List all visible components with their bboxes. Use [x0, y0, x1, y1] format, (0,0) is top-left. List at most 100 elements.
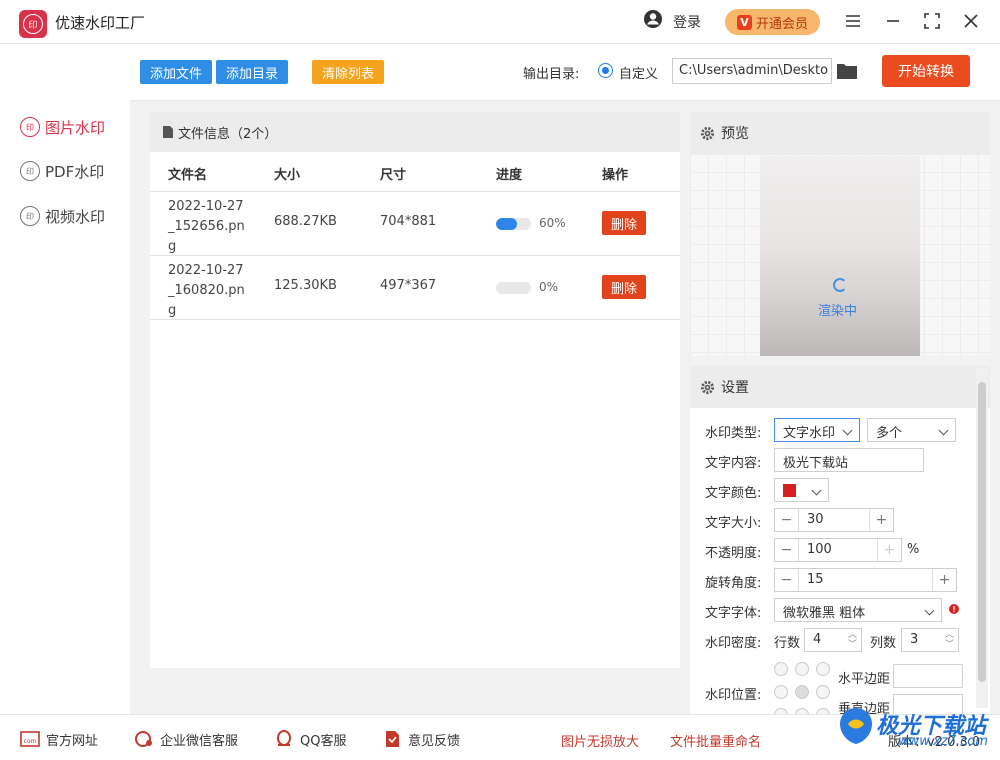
app-title: 优速水印工厂: [55, 14, 146, 32]
svg-text:com: com: [24, 738, 37, 745]
cols-stepper[interactable]: 3 ︿ ﹀: [901, 628, 959, 652]
file-icon: [163, 126, 173, 138]
loading-spinner-icon: [833, 278, 847, 292]
file-info-header: 文件信息（2个）: [150, 112, 680, 152]
wechat-service-link[interactable]: 企业微信客服: [134, 729, 238, 749]
clear-list-button[interactable]: 清除列表: [312, 60, 384, 84]
preview-panel: 预览 渲染中: [690, 112, 990, 356]
website-icon: com: [20, 731, 40, 747]
watermark-type-select[interactable]: 文字水印: [774, 418, 860, 442]
position-dot-selected[interactable]: [795, 685, 809, 699]
file-size: 125.30KB: [274, 278, 337, 293]
plus-icon[interactable]: +: [869, 509, 893, 531]
horizontal-margin-stepper[interactable]: [893, 664, 963, 688]
vertical-margin-label: 垂直边距: [838, 702, 891, 714]
horizontal-margin-label: 水平边距: [838, 672, 891, 687]
seal-icon: 印: [20, 117, 40, 137]
feedback-icon: [386, 731, 399, 747]
font-label: 文字字体:: [705, 606, 762, 621]
text-size-stepper[interactable]: − 30 +: [774, 508, 894, 532]
text-color-picker[interactable]: [774, 478, 829, 502]
minus-icon[interactable]: −: [775, 569, 799, 591]
vip-badge-icon: V: [736, 14, 752, 30]
sidebar-item-pdf-watermark[interactable]: 印 PDF水印: [20, 159, 104, 183]
settings-scrollbar[interactable]: [976, 368, 988, 708]
batch-rename-link[interactable]: 文件批量重命名: [670, 731, 761, 750]
qq-service-link[interactable]: QQ客服: [274, 729, 346, 749]
start-convert-button[interactable]: 开始转换: [882, 55, 970, 87]
app-logo: 印: [19, 10, 47, 38]
rotation-stepper[interactable]: − 15 +: [774, 568, 957, 592]
rotation-label: 旋转角度:: [705, 576, 762, 591]
sidebar-item-video-watermark[interactable]: 印 视频水印: [20, 204, 105, 228]
close-icon[interactable]: [961, 11, 981, 31]
plus-icon[interactable]: +: [932, 569, 956, 591]
seal-icon: 印: [20, 206, 40, 226]
delete-button[interactable]: 删除: [602, 211, 646, 235]
qq-icon: [277, 730, 291, 746]
gear-icon: [700, 126, 715, 140]
progress-text: 0%: [539, 280, 559, 294]
custom-dir-label: 自定义: [619, 67, 659, 82]
chevron-down-icon: [842, 425, 853, 436]
progress-text: 60%: [539, 216, 566, 230]
minimize-icon[interactable]: [883, 11, 903, 31]
position-dot[interactable]: [795, 662, 809, 676]
official-website-link[interactable]: com 官方网址: [20, 729, 98, 749]
folder-icon[interactable]: [836, 62, 858, 80]
login-link[interactable]: 登录: [673, 12, 701, 32]
lossless-upscale-link[interactable]: 图片无损放大: [561, 731, 639, 750]
font-select[interactable]: 微软雅黑 粗体: [774, 598, 942, 622]
minus-icon[interactable]: −: [775, 539, 799, 561]
maximize-icon[interactable]: [922, 11, 942, 31]
user-icon[interactable]: [643, 9, 663, 29]
seal-icon: 印: [20, 161, 40, 181]
menu-icon[interactable]: [843, 11, 863, 31]
toolbar: 添加文件 添加目录 清除列表 输出目录: 自定义 C:\Users\admin\…: [130, 44, 1000, 101]
watermark-count-select[interactable]: 多个: [867, 418, 956, 442]
add-directory-button[interactable]: 添加目录: [216, 60, 288, 84]
position-dot[interactable]: [816, 685, 830, 699]
output-dir-label: 输出目录:: [523, 67, 580, 82]
sidebar: 印 图片水印 印 PDF水印 印 视频水印: [0, 44, 130, 714]
delete-button[interactable]: 删除: [602, 275, 646, 299]
footer: com 官方网址 企业微信客服 QQ客服 意见反馈 图片无损放大 文件批量重命名…: [0, 714, 1000, 760]
progress-bar: [496, 218, 531, 230]
chevron-down-icon: [811, 485, 822, 496]
sidebar-item-image-watermark[interactable]: 印 图片水印: [20, 115, 105, 139]
opacity-stepper[interactable]: − 100 +: [774, 538, 902, 562]
vertical-margin-stepper[interactable]: [893, 694, 963, 714]
minus-icon[interactable]: −: [775, 509, 799, 531]
file-list-panel: 文件信息（2个） 文件名 大小 尺寸 进度 操作 2022-10-27_1526…: [150, 112, 680, 668]
warning-icon[interactable]: !: [949, 604, 959, 614]
position-dot[interactable]: [816, 662, 830, 676]
text-content-input[interactable]: 极光下载站: [774, 448, 924, 472]
scroll-thumb[interactable]: [978, 382, 986, 682]
vip-button[interactable]: V 开通会员: [725, 9, 820, 35]
text-color-label: 文字颜色:: [705, 486, 762, 501]
version-text: 版本：v2.0.3.0: [888, 735, 981, 750]
file-dimensions: 704*881: [380, 214, 437, 229]
preview-canvas: 渲染中: [690, 154, 990, 356]
text-content-label: 文字内容:: [705, 456, 762, 471]
file-name: 2022-10-27_160820.png: [168, 263, 245, 318]
opacity-unit: %: [907, 542, 920, 557]
plus-icon[interactable]: +: [877, 539, 901, 561]
file-dimensions: 497*367: [380, 278, 437, 293]
title-bar: 印 优速水印工厂 登录 V 开通会员: [0, 0, 1000, 44]
opacity-label: 不透明度:: [705, 546, 762, 561]
custom-dir-radio[interactable]: [598, 63, 613, 78]
rows-stepper[interactable]: 4 ︿ ﹀: [804, 628, 862, 652]
chevron-down-icon: [924, 605, 935, 616]
position-dot[interactable]: [774, 685, 788, 699]
output-path-input[interactable]: C:\Users\admin\Deskto: [672, 58, 832, 84]
text-size-label: 文字大小:: [705, 516, 762, 531]
progress-bar: [496, 282, 531, 294]
watermark-type-label: 水印类型:: [705, 426, 762, 441]
add-file-button[interactable]: 添加文件: [140, 60, 212, 84]
settings-panel: 设置 水印类型: 文字水印 多个 文字内容: 极光下载站 文字颜色: 文字大小:…: [690, 366, 990, 714]
position-dot[interactable]: [774, 662, 788, 676]
column-header-dimensions: 尺寸: [380, 168, 407, 183]
cols-label: 列数: [870, 636, 897, 651]
feedback-link[interactable]: 意见反馈: [382, 729, 460, 749]
